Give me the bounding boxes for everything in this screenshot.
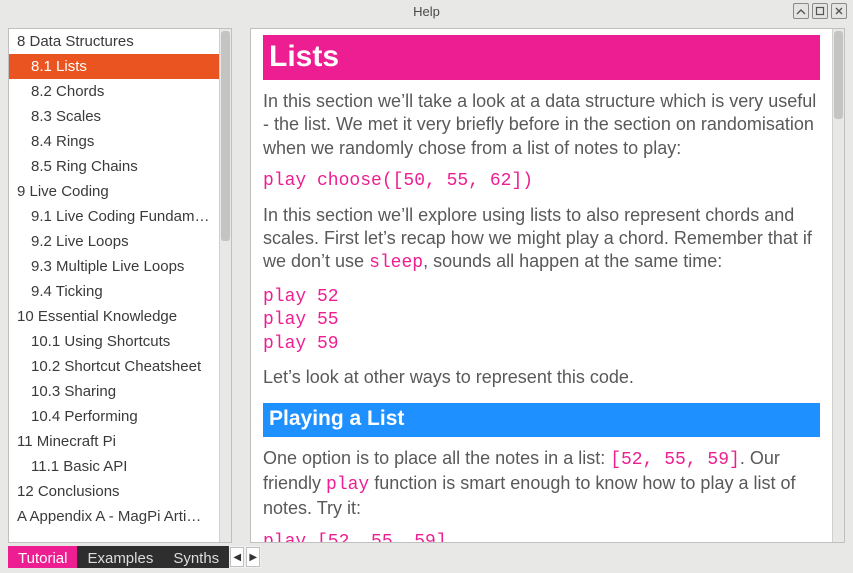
window-title: Help <box>413 4 440 19</box>
code-block: play choose([50, 55, 62]) <box>263 170 820 193</box>
toc-item[interactable]: 11 Minecraft Pi <box>9 429 219 454</box>
toc-scrollbar[interactable] <box>219 29 231 542</box>
toc-scroll-thumb[interactable] <box>221 31 230 241</box>
toc-item[interactable]: 8.3 Scales <box>9 104 219 129</box>
inline-code: sleep <box>369 253 423 273</box>
toc-item[interactable]: 9.1 Live Coding Fundame… <box>9 204 219 229</box>
titlebar: Help <box>0 0 853 24</box>
toc-item[interactable]: 8.2 Chords <box>9 79 219 104</box>
minimize-button[interactable] <box>793 3 809 19</box>
toc-item[interactable]: 12 Conclusions <box>9 479 219 504</box>
toc-item[interactable]: 8.5 Ring Chains <box>9 154 219 179</box>
article-h1: Lists <box>263 35 820 80</box>
toc-item[interactable]: A Appendix A - MagPi Arti… <box>9 504 219 529</box>
tab-nav-left[interactable]: ◀ <box>230 547 244 567</box>
toc-item[interactable]: 11.1 Basic API <box>9 454 219 479</box>
toc-item[interactable]: 8.1 Lists <box>9 54 219 79</box>
toc-item[interactable]: 8.4 Rings <box>9 129 219 154</box>
article-para: In this section we’ll explore using list… <box>263 204 820 276</box>
toc-list[interactable]: 8 Data Structures8.1 Lists8.2 Chords8.3 … <box>9 29 219 542</box>
article-para: Let’s look at other ways to represent th… <box>263 366 820 389</box>
toc-item[interactable]: 9.2 Live Loops <box>9 229 219 254</box>
tab-examples[interactable]: Examples <box>77 546 163 568</box>
inline-code: play <box>326 475 369 495</box>
toc-item[interactable]: 8 Data Structures <box>9 29 219 54</box>
code-block: play 52 play 55 play 59 <box>263 286 820 356</box>
toc-item[interactable]: 10.1 Using Shortcuts <box>9 329 219 354</box>
tab-synths[interactable]: Synths <box>163 546 229 568</box>
article-h2: Playing a List <box>263 403 820 436</box>
toc-item[interactable]: 9 Live Coding <box>9 179 219 204</box>
bottom-tab-bar: TutorialExamplesSynths ◀ ▶ <box>8 546 232 568</box>
content-scroll-thumb[interactable] <box>834 31 843 119</box>
maximize-button[interactable] <box>812 3 828 19</box>
toc-item[interactable]: 10.4 Performing <box>9 404 219 429</box>
code-block: play [52, 55, 59] <box>263 531 820 542</box>
inline-code: [52, 55, 59] <box>610 450 740 470</box>
tab-nav: ◀ ▶ <box>229 546 261 568</box>
content-scrollbar[interactable] <box>832 29 844 542</box>
article-para: In this section we’ll take a look at a d… <box>263 90 820 160</box>
toc-sidebar: 8 Data Structures8.1 Lists8.2 Chords8.3 … <box>8 28 232 543</box>
toc-tree: 8 Data Structures8.1 Lists8.2 Chords8.3 … <box>9 29 231 542</box>
tab-tutorial[interactable]: Tutorial <box>8 546 77 568</box>
content-pane: Lists In this section we’ll take a look … <box>250 28 845 543</box>
toc-item[interactable]: 10 Essential Knowledge <box>9 304 219 329</box>
article-body: Lists In this section we’ll take a look … <box>251 29 832 542</box>
tab-nav-right[interactable]: ▶ <box>246 547 260 567</box>
close-button[interactable] <box>831 3 847 19</box>
toc-item[interactable]: 9.4 Ticking <box>9 279 219 304</box>
toc-item[interactable]: 9.3 Multiple Live Loops <box>9 254 219 279</box>
toc-item[interactable]: 10.3 Sharing <box>9 379 219 404</box>
article-para: One option is to place all the notes in … <box>263 447 820 521</box>
toc-item[interactable]: 10.2 Shortcut Cheatsheet <box>9 354 219 379</box>
